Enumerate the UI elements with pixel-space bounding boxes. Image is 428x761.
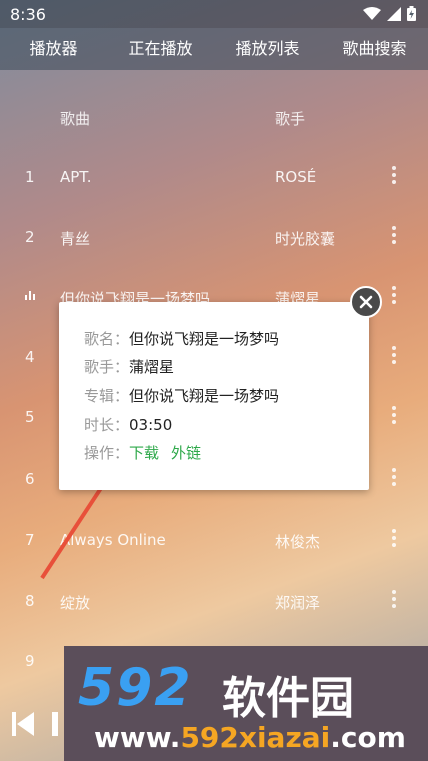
popup-artist-row: 歌手：蒲熠星 <box>84 356 174 377</box>
watermark-url: www.592xiazai.com <box>94 721 406 754</box>
popup-artist-value: 蒲熠星 <box>129 358 175 376</box>
popup-artist-label: 歌手： <box>84 358 130 376</box>
watermark-url-suffix: .com <box>330 721 406 754</box>
watermark-url-main: 592xiazai <box>180 721 331 754</box>
watermark-name: 软件园 <box>222 673 354 724</box>
popup-album-row: 专辑：但你说飞翔是一场梦吗 <box>84 385 279 406</box>
popup-action-row: 操作：下载 外链 <box>84 442 213 463</box>
popup-name-label: 歌名： <box>84 330 130 348</box>
popup-action-label: 操作： <box>84 444 130 462</box>
popup-duration-row: 时长：03:50 <box>84 414 172 435</box>
close-icon <box>359 295 373 309</box>
watermark-logo: 592 <box>78 658 193 718</box>
watermark-url-prefix: www. <box>94 721 181 754</box>
song-info-dialog: 歌名：但你说飞翔是一场梦吗 歌手：蒲熠星 专辑：但你说飞翔是一场梦吗 时长：03… <box>59 302 369 490</box>
popup-album-label: 专辑： <box>84 387 130 405</box>
external-link[interactable]: 外链 <box>171 444 201 462</box>
download-link[interactable]: 下载 <box>129 444 159 462</box>
close-dialog-button[interactable] <box>350 286 382 318</box>
popup-duration-value: 03:50 <box>129 416 173 434</box>
watermark: 592 软件园 www.592xiazai.com <box>64 646 428 761</box>
popup-name-value: 但你说飞翔是一场梦吗 <box>129 330 280 348</box>
popup-name-row: 歌名：但你说飞翔是一场梦吗 <box>84 328 279 349</box>
popup-duration-label: 时长： <box>84 416 130 434</box>
popup-album-value: 但你说飞翔是一场梦吗 <box>129 387 280 405</box>
